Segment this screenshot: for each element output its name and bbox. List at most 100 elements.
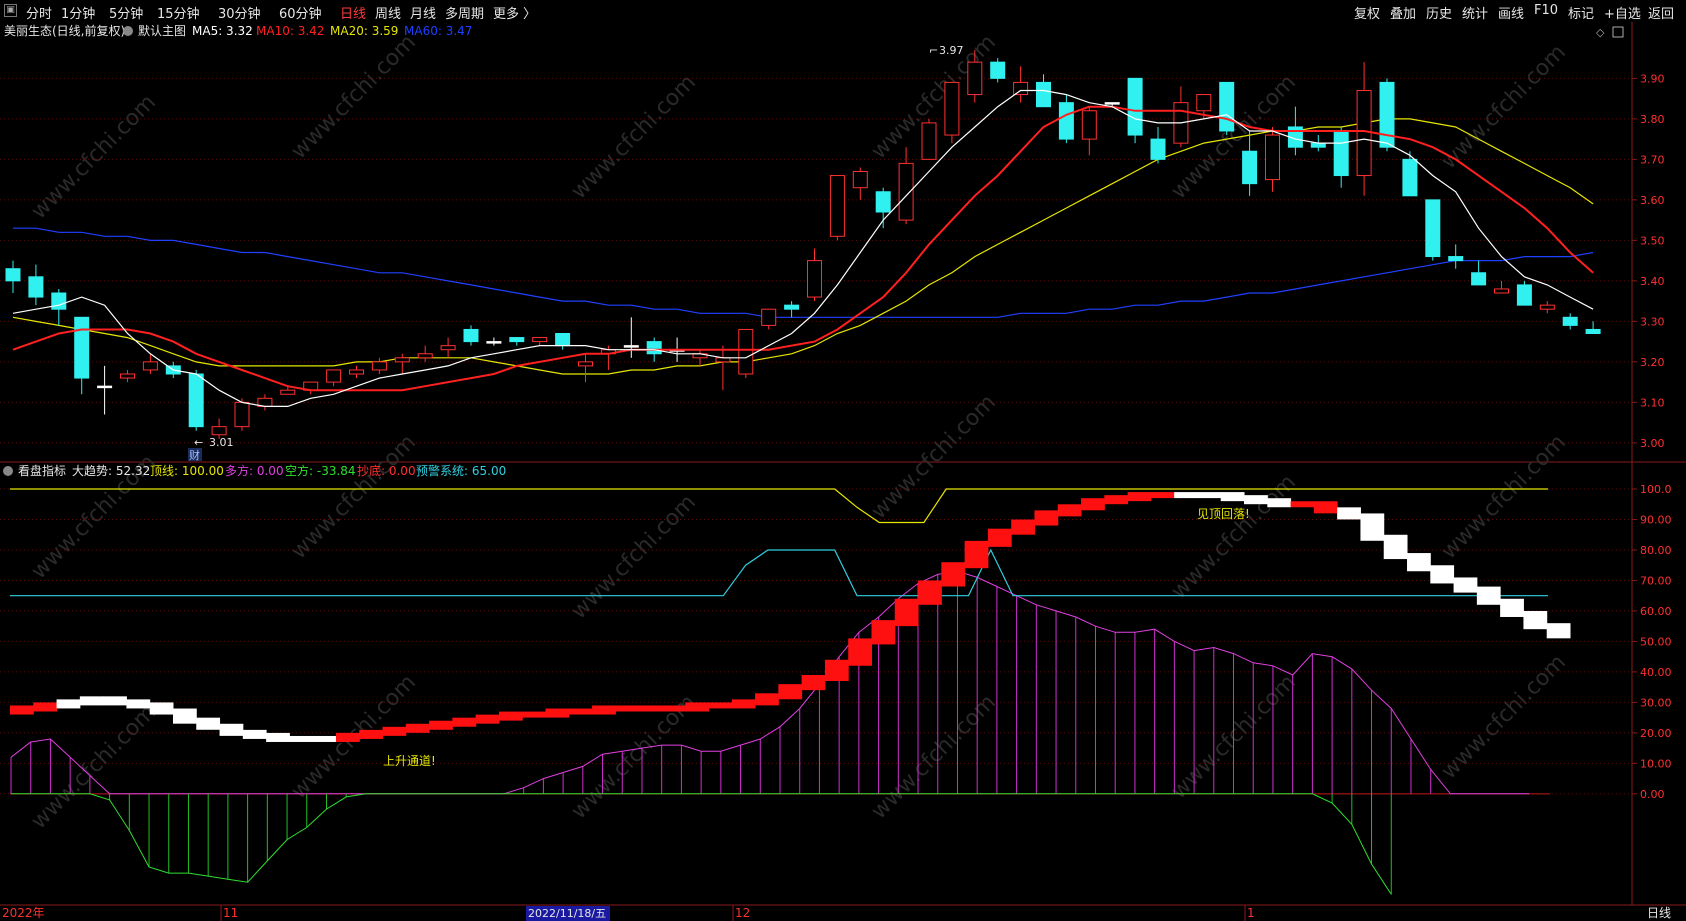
- candle-body: [1219, 81, 1235, 132]
- candle-body: [28, 276, 44, 298]
- indicator-tick-label: 100.0: [1640, 483, 1672, 496]
- indicator-settings-icon[interactable]: [123, 26, 133, 36]
- trend-block: [429, 720, 453, 730]
- x-label-jan: 1: [1247, 906, 1255, 920]
- candle-body: [1013, 81, 1029, 96]
- candle-body: [234, 401, 250, 428]
- candle-body: [967, 61, 983, 96]
- candle-body: [280, 389, 296, 395]
- price-tick-label: 3.10: [1640, 396, 1665, 409]
- candle-body: [142, 361, 158, 371]
- trend-block: [964, 540, 989, 569]
- trend-block: [755, 693, 779, 706]
- trend-block: [1523, 610, 1548, 630]
- candle-body: [1448, 256, 1464, 262]
- candle-body: [1471, 272, 1487, 286]
- trend-block: [79, 696, 104, 706]
- trend-block: [1500, 598, 1524, 617]
- candle-body: [371, 361, 387, 371]
- candle-body: [1402, 158, 1418, 197]
- price-tick-label: 3.60: [1640, 194, 1665, 207]
- trend-block: [545, 708, 570, 718]
- trend-block: [335, 732, 360, 742]
- candle-body: [1196, 94, 1212, 112]
- trend-block: [1104, 495, 1129, 505]
- candle-body: [898, 162, 914, 221]
- candle-body: [784, 304, 800, 310]
- ma10-legend: MA10: 3.42: [256, 24, 324, 38]
- price-tick-label: 3.20: [1640, 356, 1665, 369]
- trend-block: [1174, 492, 1198, 499]
- trend-block: [848, 638, 872, 666]
- stock-name[interactable]: 美丽生态(日线,前复权): [4, 23, 125, 38]
- indicator-tick-label: 70.00: [1640, 574, 1672, 587]
- trend-block: [824, 659, 849, 682]
- candle-body: [829, 175, 845, 237]
- candle-body: [74, 316, 90, 379]
- trend-block: [10, 705, 34, 715]
- annotation-peak: 见顶回落!: [1197, 507, 1250, 521]
- trend-block: [1430, 565, 1455, 584]
- price-tick-label: 3.70: [1640, 153, 1665, 166]
- candle-body: [349, 369, 364, 375]
- trend-block: [871, 620, 896, 645]
- trend-block: [452, 717, 477, 727]
- candle-body: [761, 308, 777, 326]
- candle-body: [1585, 328, 1601, 335]
- main-indicator-name[interactable]: 默认主图: [138, 23, 186, 38]
- indicator-settings-icon-2[interactable]: [3, 466, 13, 476]
- candle-body: [852, 171, 868, 189]
- candle-body: [1379, 81, 1395, 148]
- x-label-nov: 11: [223, 906, 238, 920]
- trend-block: [1313, 501, 1338, 514]
- price-tick-label: 3.90: [1640, 72, 1665, 85]
- trend-block: [498, 711, 523, 721]
- trend-block: [615, 705, 640, 712]
- price-tick-label: 3.40: [1640, 275, 1665, 288]
- trend-block: [592, 705, 616, 715]
- trend-block: [731, 699, 756, 709]
- price-tick-label: 3.50: [1640, 234, 1665, 247]
- indicator-tick-label: 60.00: [1640, 605, 1672, 618]
- candle-body: [532, 337, 548, 343]
- trend-block: [918, 580, 942, 605]
- candle-body: [1104, 102, 1120, 105]
- indicator-tick-label: 0.00: [1640, 788, 1665, 801]
- candle-body: [1081, 110, 1097, 140]
- trend-block: [1360, 513, 1385, 541]
- trend-block: [1244, 495, 1268, 505]
- trend-block: [708, 702, 733, 709]
- candle-body: [555, 333, 571, 347]
- low-marker-value: 3.01: [209, 436, 234, 449]
- candle-body: [1333, 130, 1349, 177]
- candle-body: [1516, 284, 1532, 306]
- trend-block: [1197, 492, 1222, 499]
- indicator-tick-label: 40.00: [1640, 666, 1672, 679]
- trend-block: [894, 598, 919, 627]
- trend-block: [661, 705, 686, 712]
- topline-legend: 顶线: 100.00: [150, 464, 224, 478]
- diamond-icon[interactable]: ◇: [1596, 26, 1605, 39]
- indicator-tick-label: 90.00: [1640, 513, 1672, 526]
- price-tick-label: 3.30: [1640, 315, 1665, 328]
- trend-block: [56, 699, 81, 709]
- indicator-tick-label: 50.00: [1640, 635, 1672, 648]
- trend-block: [33, 702, 58, 712]
- trend-block: [1407, 553, 1431, 572]
- candle-body: [990, 61, 1006, 79]
- candle-body: [1310, 142, 1326, 148]
- trend-block: [1127, 492, 1152, 502]
- trend-block: [1337, 507, 1361, 520]
- x-label-crosshair-date: 2022/11/18/五: [528, 907, 606, 920]
- candle-body: [1494, 288, 1509, 294]
- finance-mark[interactable]: 财: [189, 448, 200, 462]
- candle-body: [417, 353, 433, 359]
- candle-body: [921, 122, 937, 160]
- trend-block: [149, 702, 174, 715]
- trend-block: [1383, 534, 1408, 560]
- stock-chart-canvas[interactable]: www.cfchi.com www.cfchi.com www.cfchi.com w…: [0, 0, 1686, 921]
- period-label[interactable]: 日线: [1647, 906, 1671, 920]
- indicator-name[interactable]: 看盘指标: [18, 463, 66, 478]
- trend-block: [242, 729, 267, 739]
- candle-body: [646, 341, 662, 355]
